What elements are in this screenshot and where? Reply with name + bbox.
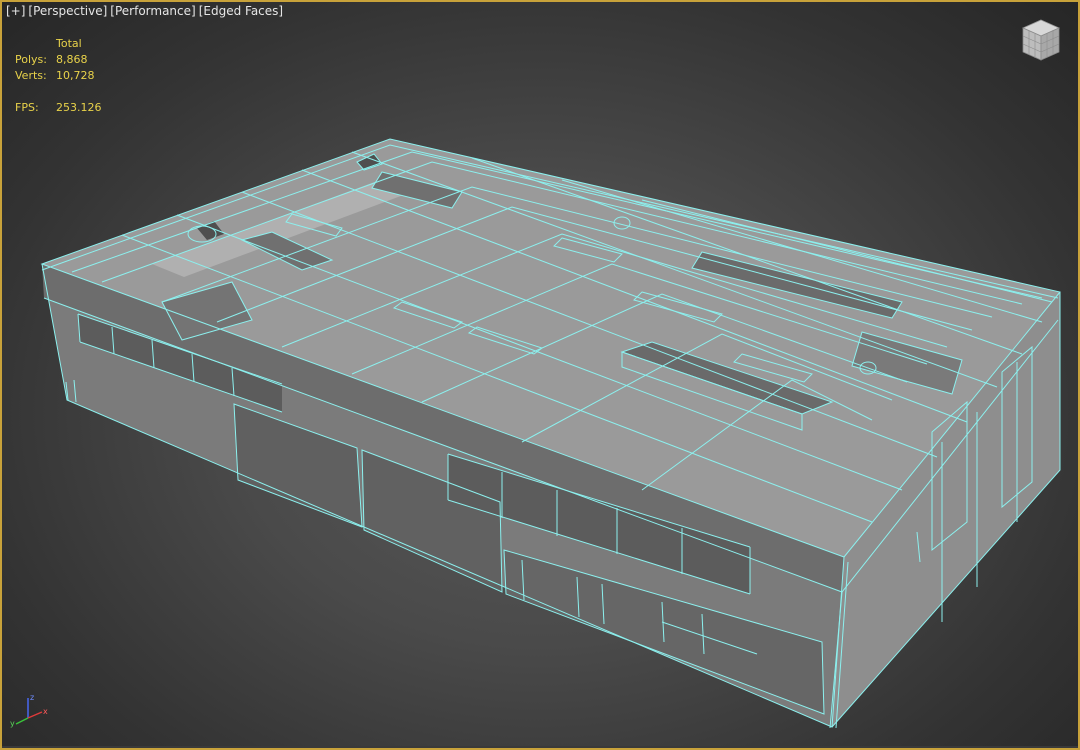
viewport-label-menu: [+] [Perspective] [Performance] [Edged Face… — [6, 4, 286, 18]
viewport-general-menu[interactable]: [+] — [6, 4, 25, 18]
polys-value: 8,868 — [56, 53, 88, 66]
viewport-statistics: Total Polys: 8,868 Verts: 10,728 FPS: 253.1… — [15, 36, 102, 116]
viewport-edged-faces-menu[interactable]: [Edged Faces] — [199, 4, 283, 18]
polys-label: Polys: — [15, 53, 47, 66]
viewport-point-of-view-menu[interactable]: [Perspective] — [28, 4, 107, 18]
axis-tripod-icon: z x y — [10, 693, 48, 728]
axis-x-label: x — [43, 707, 48, 716]
verts-label: Verts: — [15, 69, 47, 82]
fps-value: 253.126 — [56, 101, 102, 114]
building-wireframe-model[interactable] — [2, 2, 1080, 750]
viewport-shading-menu[interactable]: [Performance] — [110, 4, 195, 18]
perspective-viewport[interactable]: [+] [Perspective] [Performance] [Edged Face… — [0, 0, 1080, 750]
viewport-bottom-edge — [2, 746, 1078, 748]
viewcube-icon[interactable] — [1017, 16, 1065, 64]
axis-z-label: z — [30, 693, 34, 702]
axis-y-label: y — [10, 719, 15, 728]
verts-value: 10,728 — [56, 69, 95, 82]
stats-header: Total — [56, 37, 82, 50]
fps-label: FPS: — [15, 101, 39, 114]
